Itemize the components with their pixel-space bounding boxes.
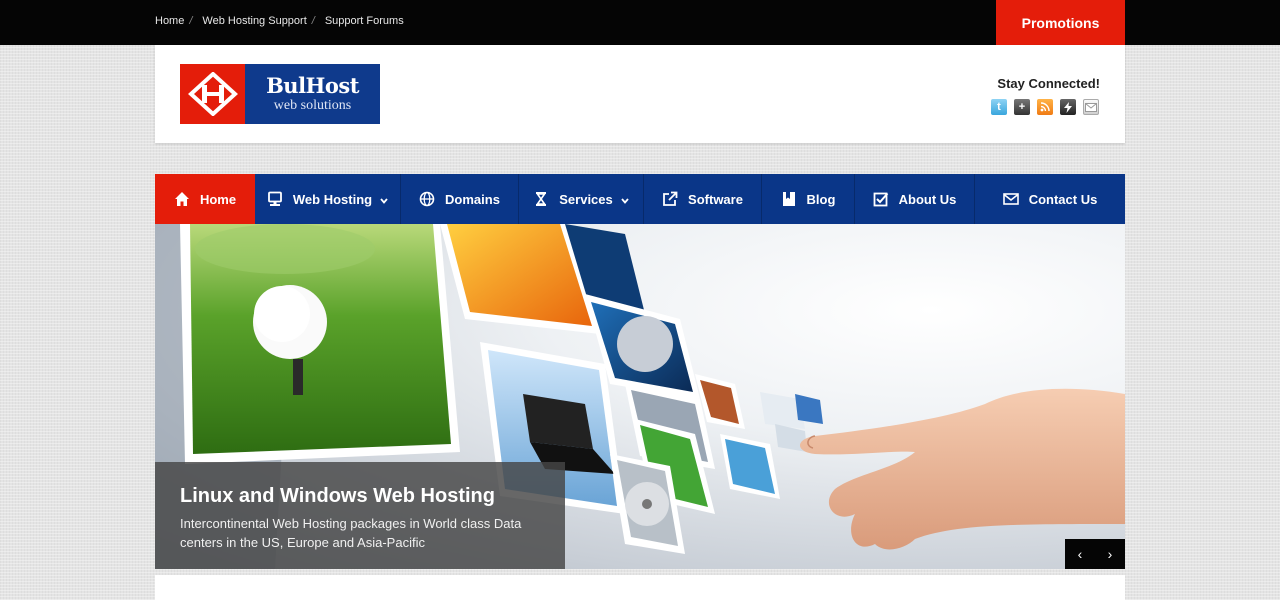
logo-name: BulHost — [266, 73, 359, 98]
external-link-icon — [662, 191, 678, 207]
bookmark-icon — [781, 191, 797, 207]
prev-slide-button[interactable]: ‹ — [1065, 539, 1095, 569]
next-slide-button[interactable]: › — [1095, 539, 1125, 569]
main-nav: Home Web Hosting Domains Services Softwa… — [155, 174, 1125, 224]
promotions-button[interactable]: Promotions — [996, 0, 1125, 45]
nav-item-domains[interactable]: Domains — [401, 174, 519, 224]
globe-icon — [419, 191, 435, 207]
nav-item-services[interactable]: Services — [519, 174, 644, 224]
breadcrumb-home[interactable]: Home — [155, 15, 184, 27]
checkbox-icon — [873, 191, 889, 207]
site-logo[interactable]: BulHost web solutions — [180, 64, 380, 124]
nav-label: Web Hosting — [292, 191, 373, 207]
nav-item-contact-us[interactable]: Contact Us — [975, 174, 1125, 224]
chevron-down-icon — [621, 192, 629, 207]
slider-controls: ‹ › — [1065, 539, 1125, 569]
mail-icon[interactable] — [1083, 99, 1099, 115]
breadcrumb: Home / Web Hosting Support / Support For… — [155, 15, 404, 27]
plus-icon[interactable]: + — [1014, 99, 1030, 115]
breadcrumb-separator: / — [311, 15, 315, 27]
hourglass-icon — [533, 191, 549, 207]
nav-label: Domains — [445, 191, 500, 207]
nav-label: Home — [199, 191, 237, 207]
breadcrumb-separator: / — [189, 15, 193, 27]
logo-tagline: web solutions — [273, 98, 352, 113]
slide-title: Linux and Windows Web Hosting — [180, 485, 495, 507]
nav-label: Services — [559, 191, 613, 207]
home-icon — [174, 191, 190, 207]
chevron-down-icon — [380, 192, 388, 207]
nav-item-software[interactable]: Software — [644, 174, 762, 224]
top-bar: Home / Web Hosting Support / Support For… — [0, 0, 1280, 45]
envelope-icon — [1002, 191, 1019, 207]
breadcrumb-support-forums[interactable]: Support Forums — [325, 15, 404, 27]
content-area — [155, 575, 1125, 600]
slide-caption: Linux and Windows Web Hosting Interconti… — [155, 462, 565, 569]
logo-wordmark: BulHost web solutions — [245, 64, 380, 124]
nav-label: Blog — [806, 191, 836, 207]
nav-label: Contact Us — [1028, 191, 1098, 207]
nav-item-home[interactable]: Home — [155, 174, 255, 224]
server-icon — [267, 191, 283, 207]
breadcrumb-web-hosting-support[interactable]: Web Hosting Support — [202, 15, 306, 27]
stay-connected-label: Stay Connected! — [997, 76, 1100, 91]
nav-item-blog[interactable]: Blog — [762, 174, 855, 224]
hero-slider: Linux and Windows Web Hosting Interconti… — [155, 224, 1125, 569]
social-icons: t + — [991, 99, 1099, 115]
nav-item-web-hosting[interactable]: Web Hosting — [255, 174, 401, 224]
site-header: BulHost web solutions Stay Connected! t … — [155, 45, 1125, 143]
logo-mark-icon — [180, 64, 245, 124]
slide-description: Intercontinental Web Hosting packages in… — [180, 516, 522, 550]
twitter-icon[interactable]: t — [991, 99, 1007, 115]
rss-icon[interactable] — [1037, 99, 1053, 115]
nav-label: Software — [688, 191, 743, 207]
nav-item-about-us[interactable]: About Us — [855, 174, 975, 224]
bolt-icon[interactable] — [1060, 99, 1076, 115]
nav-label: About Us — [898, 191, 957, 207]
